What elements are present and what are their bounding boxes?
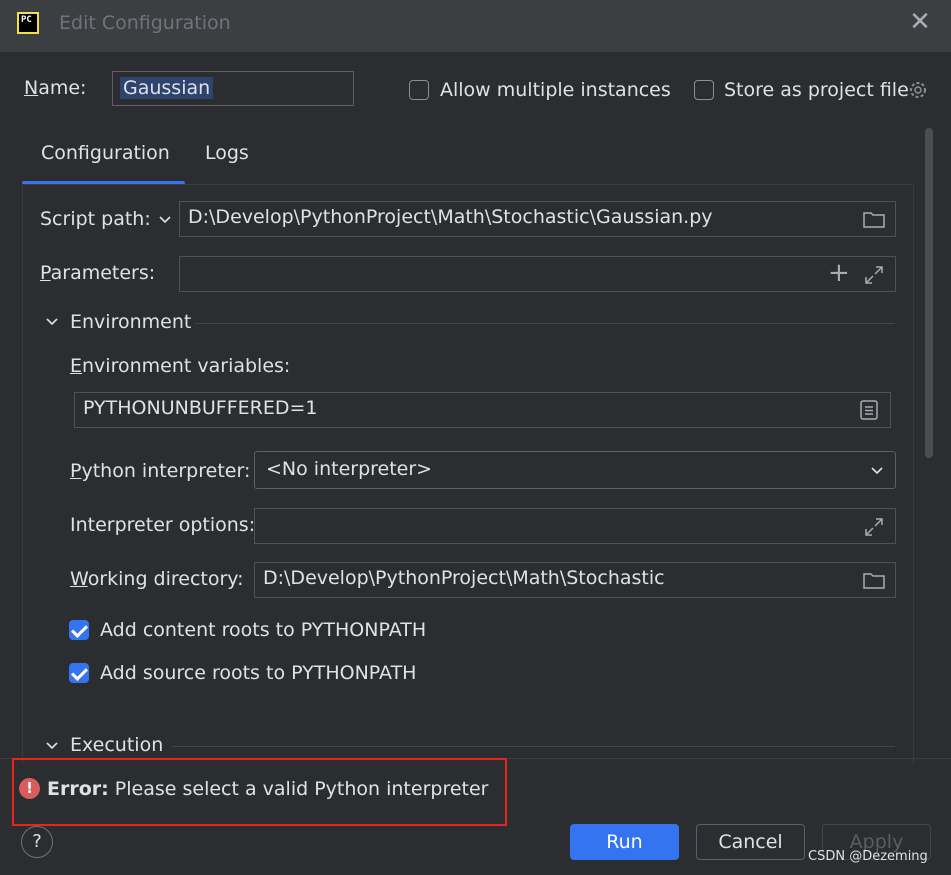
- pycharm-logo-icon: PC: [17, 12, 39, 34]
- allow-multiple-checkbox[interactable]: [409, 80, 429, 100]
- section-divider: [172, 746, 895, 747]
- store-project-checkbox[interactable]: [694, 80, 714, 100]
- parameters-input[interactable]: +: [179, 256, 896, 292]
- expand-icon[interactable]: [864, 517, 884, 537]
- workdir-input[interactable]: D:\Develop\PythonProject\Math\Stochastic: [254, 562, 896, 598]
- window-title: Edit Configuration: [59, 12, 231, 34]
- section-divider: [195, 323, 895, 324]
- interpreter-select[interactable]: <No interpreter>: [254, 451, 896, 489]
- source-roots-checkbox[interactable]: [69, 663, 89, 683]
- environment-section-label[interactable]: Environment: [70, 311, 191, 333]
- workdir-value: D:\Develop\PythonProject\Math\Stochastic: [263, 567, 665, 589]
- chevron-down-icon[interactable]: [45, 316, 59, 328]
- content-roots-checkbox[interactable]: [69, 620, 89, 640]
- add-icon[interactable]: +: [828, 258, 850, 288]
- interp-options-label: Interpreter options:: [70, 514, 256, 536]
- interpreter-value: <No interpreter>: [266, 458, 433, 480]
- name-label-rest: ame:: [38, 77, 87, 99]
- store-project-label: Store as project file: [724, 79, 909, 101]
- script-path-value: D:\Develop\PythonProject\Math\Stochastic…: [188, 206, 713, 228]
- env-vars-label: Environment variables:: [70, 355, 291, 377]
- interp-options-input[interactable]: [254, 508, 896, 544]
- content-roots-label: Add content roots to PYTHONPATH: [100, 619, 427, 641]
- name-input-value: Gaussian: [120, 77, 214, 99]
- cancel-button[interactable]: Cancel: [696, 824, 805, 860]
- folder-icon[interactable]: [863, 571, 885, 589]
- execution-section-label[interactable]: Execution: [70, 734, 163, 756]
- script-path-input[interactable]: D:\Develop\PythonProject\Math\Stochastic…: [179, 201, 896, 237]
- gear-icon[interactable]: [907, 79, 929, 101]
- tab-configuration[interactable]: Configuration: [41, 142, 170, 164]
- expand-icon[interactable]: [864, 265, 884, 285]
- name-label: Name:: [24, 77, 87, 99]
- env-vars-value: PYTHONUNBUFFERED=1: [83, 397, 318, 419]
- parameters-label: Parameters:: [40, 262, 156, 284]
- run-button[interactable]: Run: [570, 824, 679, 860]
- name-input[interactable]: Gaussian: [112, 71, 354, 106]
- interpreter-label: Python interpreter:: [70, 460, 251, 482]
- scrollbar[interactable]: [925, 128, 933, 458]
- edit-list-icon[interactable]: [860, 400, 878, 420]
- watermark: CSDN @Dezeming: [808, 849, 928, 864]
- execution-section-clip: Execution: [22, 730, 914, 758]
- error-highlight-box: [12, 758, 507, 826]
- tab-logs[interactable]: Logs: [205, 142, 249, 164]
- help-button[interactable]: ?: [21, 826, 53, 858]
- chevron-down-icon[interactable]: [45, 740, 59, 752]
- env-vars-input[interactable]: PYTHONUNBUFFERED=1: [74, 392, 891, 428]
- chevron-down-icon: [871, 467, 883, 475]
- close-icon[interactable]: ✕: [906, 8, 934, 36]
- allow-multiple-label: Allow multiple instances: [440, 79, 671, 101]
- folder-icon[interactable]: [863, 210, 885, 228]
- workdir-label: Working directory:: [70, 568, 244, 590]
- script-path-label-text: Script path:: [40, 208, 151, 230]
- source-roots-label: Add source roots to PYTHONPATH: [100, 662, 417, 684]
- chevron-down-icon: [159, 216, 171, 224]
- script-path-label[interactable]: Script path:: [40, 208, 171, 230]
